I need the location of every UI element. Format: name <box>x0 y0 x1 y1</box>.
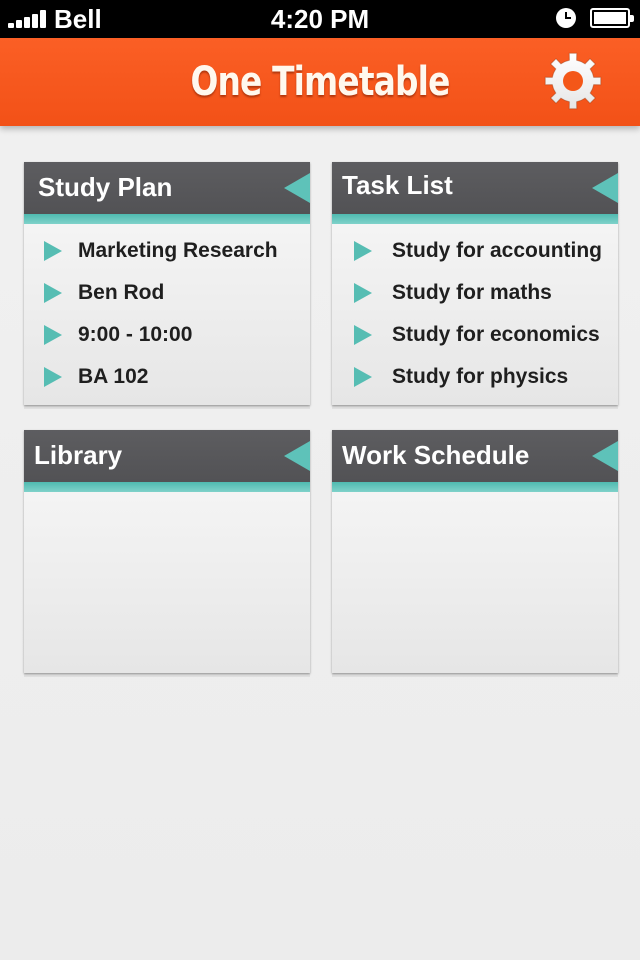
card-header: Library <box>24 430 310 482</box>
list-item[interactable]: BA 102 <box>24 356 310 398</box>
card-title: Task List <box>342 170 453 200</box>
play-bullet-icon <box>44 283 62 303</box>
app-title: One Timetable <box>190 59 450 105</box>
list-item-label: Study for maths <box>392 281 552 304</box>
list-item-label: BA 102 <box>78 365 149 388</box>
settings-button[interactable] <box>542 50 604 112</box>
list-item-label: Study for economics <box>392 323 600 346</box>
list-item[interactable]: Ben Rod <box>24 272 310 314</box>
expand-arrow-icon[interactable] <box>592 441 618 471</box>
expand-arrow-icon[interactable] <box>284 173 310 203</box>
play-bullet-icon <box>44 325 62 345</box>
status-bar: Bell 4:20 PM <box>0 0 640 38</box>
list-item[interactable]: Study for economics <box>332 314 618 356</box>
list-item[interactable]: Study for maths <box>332 272 618 314</box>
work-schedule-card[interactable]: Work Schedule <box>332 430 618 673</box>
play-bullet-icon <box>44 241 62 261</box>
list-item-label: Study for physics <box>392 365 569 388</box>
expand-arrow-icon[interactable] <box>592 173 618 203</box>
battery-icon <box>590 8 634 28</box>
list-item[interactable]: 9:00 - 10:00 <box>24 314 310 356</box>
card-list: Marketing Research Ben Rod 9:00 - 10:00 … <box>24 230 310 398</box>
task-list-card[interactable]: Task List Study for accounting Study for… <box>332 162 618 405</box>
status-time: 4:20 PM <box>270 4 370 34</box>
expand-arrow-icon[interactable] <box>284 441 310 471</box>
play-bullet-icon <box>354 241 372 261</box>
list-item-label: 9:00 - 10:00 <box>78 323 193 346</box>
list-item-label: Ben Rod <box>78 281 165 304</box>
list-item[interactable]: Study for accounting <box>332 230 618 272</box>
study-plan-card[interactable]: Study Plan Marketing Research Ben Rod 9:… <box>24 162 310 405</box>
list-item[interactable]: Study for physics <box>332 356 618 398</box>
gear-icon <box>544 52 602 110</box>
card-title: Study Plan <box>38 172 173 202</box>
list-item[interactable]: Marketing Research <box>24 230 310 272</box>
card-title: Work Schedule <box>342 440 530 470</box>
card-header: Work Schedule <box>332 430 618 482</box>
play-bullet-icon <box>354 367 372 387</box>
card-header: Study Plan <box>24 162 310 214</box>
app-header: One Timetable <box>0 38 640 126</box>
card-list: Study for accounting Study for maths Stu… <box>332 230 618 398</box>
list-item-label: Marketing Research <box>78 239 278 262</box>
play-bullet-icon <box>354 325 372 345</box>
card-accent-band <box>24 214 310 224</box>
play-bullet-icon <box>44 367 62 387</box>
library-card[interactable]: Library <box>24 430 310 673</box>
play-bullet-icon <box>354 283 372 303</box>
card-accent-band <box>332 214 618 224</box>
card-header: Task List <box>332 162 618 214</box>
card-title: Library <box>34 440 123 470</box>
list-item-label: Study for accounting <box>392 239 602 262</box>
card-accent-band <box>332 482 618 492</box>
card-accent-band <box>24 482 310 492</box>
clock-icon <box>556 8 576 28</box>
